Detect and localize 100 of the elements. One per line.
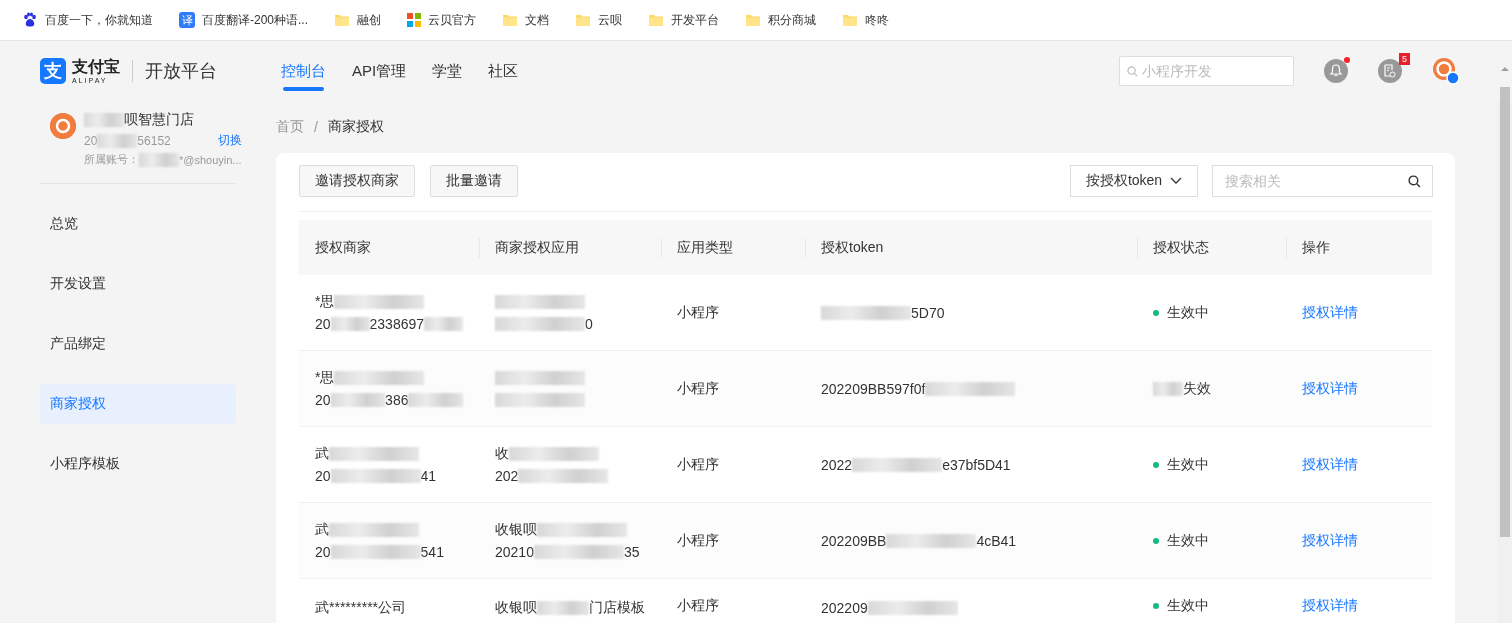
scrollbar-thumb[interactable] xyxy=(1499,87,1510,537)
nav-tab[interactable]: 学堂 xyxy=(432,41,463,101)
column-header: 应用类型 xyxy=(661,220,805,275)
avatar-icon[interactable] xyxy=(1432,57,1460,85)
bookmark[interactable]: 咚咚 xyxy=(834,8,898,32)
action-button[interactable]: 邀请授权商家 xyxy=(299,165,415,197)
folder-icon xyxy=(502,12,519,28)
redaction-blur xyxy=(97,133,138,148)
app-text: 门店模板 xyxy=(589,599,645,617)
bookmark[interactable]: 积分商城 xyxy=(737,8,825,32)
paw-icon xyxy=(22,12,38,28)
redaction-blur xyxy=(408,392,463,407)
details-link[interactable]: 授权详情 xyxy=(1302,303,1358,320)
column-header: 授权商家 xyxy=(299,220,479,275)
merchant-text: 20 xyxy=(315,467,331,484)
bell-icon[interactable] xyxy=(1324,59,1348,83)
logo-icon: 支 xyxy=(40,58,66,84)
bookmark[interactable]: 文档 xyxy=(494,8,558,32)
switch-link[interactable]: 切换 xyxy=(217,132,242,149)
redaction-blur xyxy=(139,152,179,167)
redaction-blur xyxy=(537,601,589,615)
product-name: 开放平台 xyxy=(145,60,217,83)
table-cell: 小程序 xyxy=(661,502,805,579)
merchant-text: 20 xyxy=(315,543,331,560)
status-text: 生效中 xyxy=(1167,597,1209,615)
merchant-text: 武 xyxy=(315,444,329,463)
account-name: 呗智慧门店 xyxy=(124,111,194,129)
status-text: 生效中 xyxy=(1167,455,1209,474)
column-header: 商家授权应用 xyxy=(479,220,661,275)
sidebar-item[interactable]: 小程序模板 xyxy=(40,444,236,484)
bookmark[interactable]: 百度一下，你就知道 xyxy=(14,8,161,32)
bookmark[interactable]: 融创 xyxy=(326,8,390,32)
app-text: 202 xyxy=(495,467,519,484)
bookmark[interactable]: 云呗 xyxy=(567,8,631,32)
breadcrumb-separator: / xyxy=(314,119,318,135)
table-cell: 小程序 xyxy=(661,578,805,623)
bookmark[interactable]: 云贝官方 xyxy=(399,8,485,32)
status-text: 生效中 xyxy=(1167,303,1209,322)
merchant-text: *思 xyxy=(315,368,335,387)
merchant-text: 386 xyxy=(385,391,409,408)
app-text: 0 xyxy=(585,315,593,332)
status-text: 失效 xyxy=(1183,379,1211,398)
sidebar-item[interactable]: 商家授权 xyxy=(40,384,236,424)
folder-icon xyxy=(334,12,351,28)
nav-tab[interactable]: 控制台 xyxy=(281,41,326,101)
account-id: 20 xyxy=(84,133,98,148)
tiles-icon xyxy=(407,13,422,27)
token-text: 5D70 xyxy=(911,304,945,321)
table-cell: 小程序 xyxy=(661,350,805,427)
token-text: 2022 xyxy=(821,456,853,473)
merchant-text: 武*********公司 xyxy=(315,599,407,617)
app-text: 35 xyxy=(623,543,640,560)
account-owner: *@shouyin... xyxy=(179,153,242,166)
token-text: 202209BB597f0f xyxy=(821,380,926,397)
app-text: 收 xyxy=(495,444,509,463)
token-text: 4cB41 xyxy=(976,532,1017,549)
sidebar-item[interactable]: 总览 xyxy=(40,204,236,244)
nav-tab[interactable]: API管理 xyxy=(352,41,407,101)
redaction-blur xyxy=(84,113,124,127)
search-field[interactable]: 小程序开发 xyxy=(1119,56,1294,86)
search-field[interactable]: 搜索相关 xyxy=(1212,165,1433,197)
status-text: 生效中 xyxy=(1167,531,1209,550)
search-icon xyxy=(1408,175,1421,188)
app-text: 20210 xyxy=(495,543,534,560)
sidebar-item[interactable]: 产品绑定 xyxy=(40,324,236,364)
nav-tab[interactable]: 社区 xyxy=(488,41,519,101)
brand-name: 支付宝 xyxy=(72,58,120,75)
bookmark[interactable]: 译 百度翻译-200种语... xyxy=(171,8,317,32)
redaction-blur xyxy=(330,392,386,407)
app-text: 收银呗 xyxy=(495,599,537,617)
folder-icon xyxy=(842,12,859,28)
avatar-icon xyxy=(50,113,76,139)
details-link[interactable]: 授权详情 xyxy=(1302,597,1358,613)
details-link[interactable]: 授权详情 xyxy=(1302,531,1358,548)
sidebar-item[interactable]: 开发设置 xyxy=(40,264,236,304)
document-clock-icon[interactable] xyxy=(1378,59,1402,83)
table-cell: 小程序 xyxy=(661,426,805,503)
merchant-text: 武 xyxy=(315,520,329,539)
folder-icon xyxy=(745,12,762,28)
details-link[interactable]: 授权详情 xyxy=(1302,379,1358,396)
table-cell: 小程序 xyxy=(661,275,805,351)
app-text: 收银呗 xyxy=(495,520,537,539)
token-text: 202209 xyxy=(821,600,868,616)
merchant-text: 541 xyxy=(420,543,444,560)
column-header: 授权状态 xyxy=(1137,220,1286,275)
folder-icon xyxy=(575,12,592,28)
merchant-text: *思 xyxy=(315,292,335,311)
merchant-text: 20 xyxy=(315,315,331,332)
count-badge: 5 xyxy=(1399,53,1410,65)
column-header: 操作 xyxy=(1286,220,1432,275)
redaction-blur xyxy=(330,316,370,331)
account-id: 56152 xyxy=(137,133,171,148)
token-text: e37bf5D41 xyxy=(942,456,1011,473)
account-owner: 所属账号： xyxy=(84,152,139,167)
action-button[interactable]: 批量邀请 xyxy=(430,165,518,197)
folder-icon xyxy=(648,12,665,28)
bookmark[interactable]: 开发平台 xyxy=(640,8,728,32)
filter-dropdown[interactable]: 按授权token xyxy=(1070,165,1198,197)
details-link[interactable]: 授权详情 xyxy=(1302,455,1358,472)
breadcrumb-item: 商家授权 xyxy=(327,118,384,136)
